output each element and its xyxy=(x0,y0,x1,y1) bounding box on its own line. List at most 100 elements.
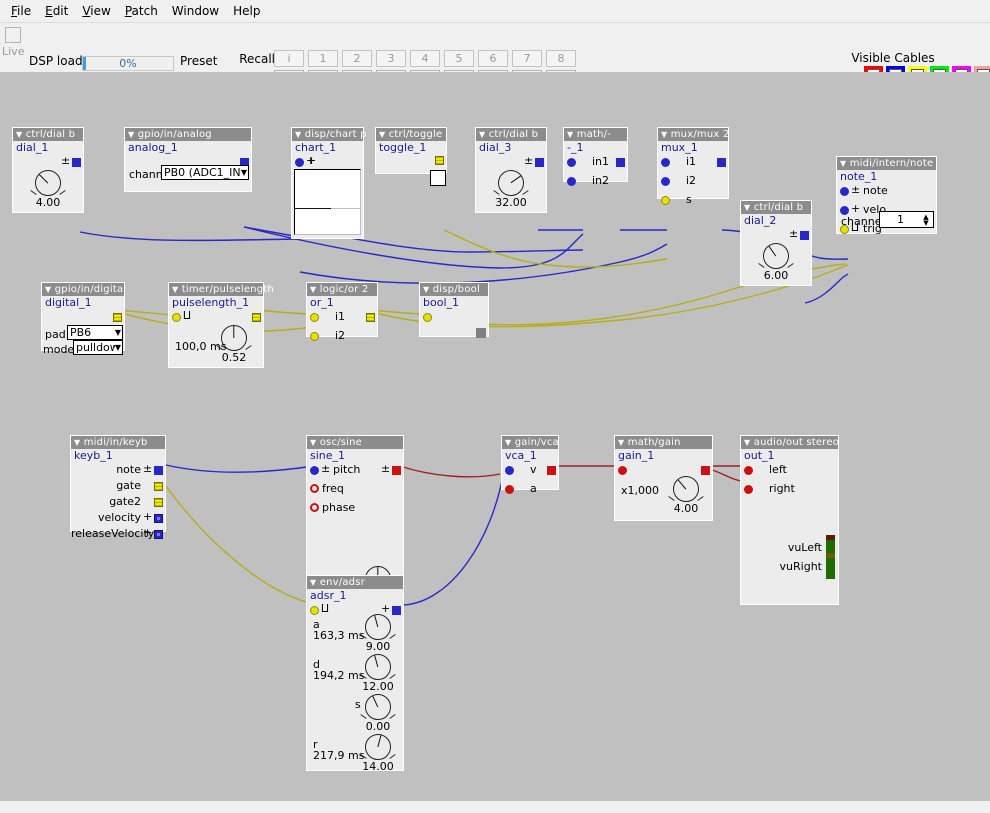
live-checkbox[interactable] xyxy=(5,27,21,43)
adsr-knob-s[interactable]: 0.00 xyxy=(360,694,396,733)
patch-object-analog_1[interactable]: ▼ gpio/in/analog analog_1 channel PB0 (ADC1… xyxy=(124,127,252,192)
patch-canvas[interactable]: ▼ ctrl/dial b dial_1 ±4.00 ▼ gpio/in/analog… xyxy=(0,72,990,801)
patch-object-adsr_1[interactable]: ▼ env/adsr adsr_1 ⨿ + a 163,3 ms 9.00 d 194,2 ms… xyxy=(306,575,404,773)
patch-object-pulselength_1[interactable]: ▼ timer/pulselength pulselength_1 ⨿ 0.52 100… xyxy=(168,282,274,368)
spinner-note_1[interactable]: 1 ▲ ▼ xyxy=(879,211,934,228)
port-in-0[interactable] xyxy=(618,466,627,475)
recall-button-7[interactable]: 7 xyxy=(512,50,542,67)
spinner-value[interactable]: 1 xyxy=(880,213,921,226)
patch-object-toggle_1[interactable]: ▼ ctrl/toggle toggle_1 xyxy=(375,127,447,186)
combo-mode[interactable]: pulldown▼ xyxy=(73,340,123,355)
knob-dial[interactable] xyxy=(673,476,699,502)
menu-item-file[interactable]: FFileile xyxy=(4,2,38,20)
port-in-0[interactable] xyxy=(172,313,181,322)
port-out-0[interactable] xyxy=(535,158,544,167)
port-out-0[interactable] xyxy=(616,158,625,167)
port-out-gate[interactable] xyxy=(154,482,163,491)
port-out-0[interactable] xyxy=(113,313,122,322)
port-out-0[interactable] xyxy=(72,158,81,167)
patch-object-note_1[interactable]: ▼ midi/intern/note note_1 ± note + velo ⨿ trig c… xyxy=(836,156,937,235)
recall-button-6[interactable]: 6 xyxy=(478,50,508,67)
recall-button-5[interactable]: 5 xyxy=(444,50,474,67)
spinner-arrows-icon[interactable]: ▲ ▼ xyxy=(921,213,933,226)
knob-dial_3[interactable]: 32.00 xyxy=(493,170,529,209)
combo-pad[interactable]: PB6 ▼ xyxy=(67,325,123,340)
knob-dial_1[interactable]: 4.00 xyxy=(30,170,66,209)
recall-button-i[interactable]: i xyxy=(274,50,304,67)
patch-object-keyb_1[interactable]: ▼ midi/in/keyb keyb_1 note ± gate gate2 veloci… xyxy=(70,435,166,540)
port-in-right[interactable] xyxy=(744,485,753,494)
port-out-0[interactable] xyxy=(392,466,401,475)
recall-button-2[interactable]: 2 xyxy=(342,50,372,67)
port-in-i1[interactable] xyxy=(661,158,670,167)
port-in-0[interactable] xyxy=(423,313,432,322)
patch-object-chart_1[interactable]: ▼ disp/chart p chart_1 + + xyxy=(291,127,367,239)
knob-dial[interactable] xyxy=(365,694,391,720)
port-out-gate2[interactable] xyxy=(154,498,163,507)
menu-item-edit[interactable]: Edit xyxy=(38,2,75,20)
port-in-a[interactable] xyxy=(505,485,514,494)
port-out-0[interactable] xyxy=(717,158,726,167)
knob-dial[interactable] xyxy=(498,170,524,196)
port-out-0[interactable] xyxy=(800,231,809,240)
toggle-checkbox[interactable] xyxy=(430,170,446,186)
knob-dial_2[interactable]: 6.00 xyxy=(758,243,794,282)
port-in-freq[interactable] xyxy=(310,484,319,493)
recall-button-8[interactable]: 8 xyxy=(546,50,576,67)
chevron-down-icon[interactable]: ▼ xyxy=(115,341,122,354)
patch-object-digital_1[interactable]: ▼ gpio/in/digital digital_1 pad PB6 ▼ mode pul… xyxy=(41,282,126,356)
port-in-left[interactable] xyxy=(744,466,753,475)
menu-item-patch[interactable]: Patch xyxy=(118,2,165,20)
port-out-0[interactable] xyxy=(252,313,261,322)
knob-gain_1[interactable]: 4.00 xyxy=(668,476,704,515)
knob-dial[interactable] xyxy=(35,170,61,196)
port-in-velo[interactable] xyxy=(840,206,849,215)
port-in-note[interactable] xyxy=(840,187,849,196)
patch-object-vca_1[interactable]: ▼ gain/vca vca_1 v a xyxy=(501,435,559,495)
knob-dial[interactable] xyxy=(365,614,391,640)
port-in-i2[interactable] xyxy=(310,332,319,341)
patch-object-dial_2[interactable]: ▼ ctrl/dial b dial_2 ±6.00 xyxy=(740,200,812,286)
port-in-in1[interactable] xyxy=(567,158,576,167)
patch-object-mux_1[interactable]: ▼ mux/mux 2 mux_1 i1 i2 s xyxy=(657,127,729,206)
menu-item-help[interactable]: Help xyxy=(226,2,267,20)
combo-analog_1[interactable]: PB0 (ADC1_IN8)▼ xyxy=(161,165,249,180)
menu-item-window[interactable]: Window xyxy=(165,2,226,20)
recall-button-1[interactable]: 1 xyxy=(308,50,338,67)
knob-dial[interactable] xyxy=(763,243,789,269)
recall-button-3[interactable]: 3 xyxy=(376,50,406,67)
adsr-knob-a[interactable]: 9.00 xyxy=(360,614,396,653)
patch-object-dial_1[interactable]: ▼ ctrl/dial b dial_1 ±4.00 xyxy=(12,127,84,213)
port-in-v[interactable] xyxy=(505,466,514,475)
menu-item-view[interactable]: View xyxy=(75,2,117,20)
knob-dial[interactable] xyxy=(365,734,391,760)
recall-button-4[interactable]: 4 xyxy=(410,50,440,67)
adsr-knob-r[interactable]: 14.00 xyxy=(360,734,396,773)
port-in-s[interactable] xyxy=(661,196,670,205)
chart-plot-area[interactable] xyxy=(294,169,361,235)
port-in-i2[interactable] xyxy=(661,177,670,186)
patch-object-gain_1[interactable]: ▼ math/gain gain_1 4.00 x1,000 xyxy=(614,435,713,521)
port-in-0[interactable] xyxy=(295,158,304,167)
knob-dial[interactable] xyxy=(365,654,391,680)
patch-object-minus_1[interactable]: ▼ math/- -_1 in1 in2 xyxy=(563,127,628,187)
adsr-knob-d[interactable]: 12.00 xyxy=(360,654,396,693)
port-out-releaseVelocity[interactable] xyxy=(154,530,163,539)
patch-object-bool_1[interactable]: ▼ disp/bool bool_1 xyxy=(419,282,489,338)
patch-object-dial_3[interactable]: ▼ ctrl/dial b dial_3 ±32.00 xyxy=(475,127,547,213)
port-out-note[interactable] xyxy=(154,466,163,475)
port-out-0[interactable] xyxy=(547,466,556,475)
port-in-phase[interactable] xyxy=(310,503,319,512)
port-in-pitch[interactable] xyxy=(310,466,319,475)
port-in-i1[interactable] xyxy=(310,313,319,322)
patch-object-out_1[interactable]: ▼ audio/out stereo out_1 left right vuLeft vu… xyxy=(740,435,839,605)
port-out-velocity[interactable] xyxy=(154,514,163,523)
port-in-0[interactable] xyxy=(310,606,319,615)
port-out-0[interactable] xyxy=(366,313,375,322)
chevron-down-icon[interactable]: ▼ xyxy=(115,326,122,339)
port-out-0[interactable] xyxy=(392,606,401,615)
port-in-in2[interactable] xyxy=(567,177,576,186)
port-out-0[interactable] xyxy=(701,466,710,475)
port-out-0[interactable] xyxy=(435,156,444,165)
patch-object-or_1[interactable]: ▼ logic/or 2 or_1 i1 i2 xyxy=(306,282,378,342)
